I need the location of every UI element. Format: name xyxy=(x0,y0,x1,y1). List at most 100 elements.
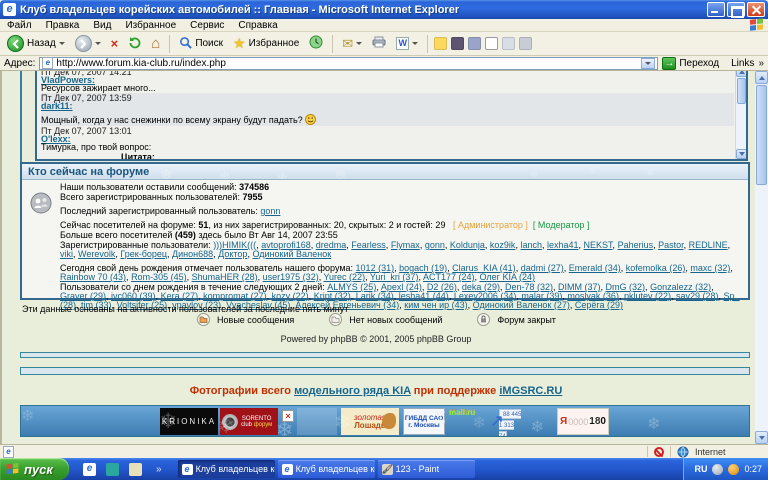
user-link[interactable]: Серёга (29) xyxy=(575,300,623,310)
user-link[interactable]: kofemolka (26) xyxy=(626,263,686,273)
clock[interactable]: 0:27 xyxy=(744,464,762,474)
messenger-quicklaunch-icon[interactable] xyxy=(106,463,119,476)
user-link[interactable]: Доктор xyxy=(218,249,247,259)
user-link[interactable]: ShumaHER (28) xyxy=(192,272,258,282)
icq-tray-icon[interactable] xyxy=(728,464,739,475)
forward-button[interactable] xyxy=(72,34,104,53)
print-button[interactable] xyxy=(369,35,389,52)
sorento-club-banner[interactable]: SORENTO club форум xyxy=(220,408,278,435)
media-icon[interactable] xyxy=(468,37,481,50)
close-button[interactable] xyxy=(747,2,765,17)
user-link[interactable]: Одинокий Валенок (27) xyxy=(473,300,570,310)
start-button[interactable]: пуск xyxy=(0,458,69,480)
quicklaunch-chevron-icon[interactable]: » xyxy=(156,464,162,475)
menu-file[interactable]: Файл xyxy=(0,20,39,31)
mail-dropdown-icon[interactable] xyxy=(356,42,362,45)
menu-edit[interactable]: Правка xyxy=(39,20,87,31)
ie-quicklaunch-icon[interactable]: e xyxy=(83,463,96,476)
user-link[interactable]: Werevolk xyxy=(78,249,115,259)
task-button-forum-active[interactable]: e Клуб владельцев ко... xyxy=(178,460,275,478)
user-link[interactable]: pklutev (22) xyxy=(624,291,671,301)
user-link[interactable]: lanch xyxy=(520,240,542,250)
scroll-thumb[interactable] xyxy=(737,78,746,104)
user-link[interactable]: Rom-305 (45) xyxy=(131,272,187,282)
user-link[interactable]: Динон688 xyxy=(172,249,213,259)
user-link[interactable]: Fearless xyxy=(351,240,386,250)
task-button-paint[interactable]: 🖌 123 - Paint xyxy=(378,460,475,478)
user-link[interactable]: lexha41 xyxy=(547,240,579,250)
volume-tray-icon[interactable] xyxy=(712,464,723,475)
scroll-down-button[interactable] xyxy=(736,149,747,159)
links-label[interactable]: Links xyxy=(731,58,754,69)
address-dropdown-button[interactable] xyxy=(641,58,655,69)
user-link[interactable]: Flymax xyxy=(391,240,420,250)
language-indicator[interactable]: RU xyxy=(694,464,707,474)
imgsrc-link[interactable]: iMGSRC.RU xyxy=(499,385,562,397)
user-link[interactable]: Yuri_kri (37) xyxy=(370,272,419,282)
user-link[interactable]: Koldunja xyxy=(450,240,485,250)
scroll-thumb[interactable] xyxy=(756,85,767,185)
address-url[interactable]: http://www.forum.kia-club.ru/index.php xyxy=(56,58,226,69)
go-button[interactable]: → Переход xyxy=(662,57,719,70)
mail-button[interactable]: ✉ xyxy=(339,35,365,53)
menu-help[interactable]: Справка xyxy=(231,20,284,31)
maximize-button[interactable] xyxy=(727,2,745,17)
user-link[interactable]: Pastor xyxy=(658,240,684,250)
back-button[interactable]: Назад xyxy=(4,34,68,53)
user-link[interactable]: viki xyxy=(60,249,73,259)
search-button[interactable]: Поиск xyxy=(176,35,226,53)
privacy-blocked-icon[interactable] xyxy=(654,447,664,457)
golden-horse-banner[interactable]: золотая Лошадь xyxy=(341,408,399,435)
forward-dropdown-icon[interactable] xyxy=(95,42,101,45)
hit-counter-banner[interactable]: 88 445 1 313 74 ↗ xyxy=(499,409,521,437)
moderator-tag[interactable]: [ Модератор ] xyxy=(533,220,590,230)
user-link[interactable]: Paherius xyxy=(618,240,654,250)
back-dropdown-icon[interactable] xyxy=(59,42,65,45)
user-link[interactable]: user1975 (32) xyxy=(263,272,319,282)
user-link[interactable]: Грек-борец xyxy=(120,249,167,259)
admin-tag[interactable]: [ Администратор ] xyxy=(453,220,528,230)
yandex-counter-banner[interactable]: Я 0000 180 xyxy=(557,408,609,435)
user-link[interactable]: gonn xyxy=(425,240,445,250)
window-titlebar[interactable]: e Клуб владельцев корейских автомобилей … xyxy=(0,0,768,19)
person-icon[interactable] xyxy=(519,37,532,50)
favorites-button[interactable]: ★ Избранное xyxy=(230,36,302,51)
shout-user-link[interactable]: dark11: xyxy=(41,101,73,111)
user-link[interactable]: ким чен ир (43) xyxy=(404,300,467,310)
refresh-button[interactable] xyxy=(125,35,144,53)
address-input[interactable]: e http://www.forum.kia-club.ru/index.php xyxy=(39,57,658,70)
task-button-forum[interactable]: e Клуб владельцев ко... xyxy=(278,460,375,478)
minimize-button[interactable] xyxy=(707,2,725,17)
links-chevron-icon[interactable]: » xyxy=(758,58,764,69)
user-link[interactable]: koz9ik xyxy=(490,240,516,250)
user-link[interactable]: REDLINE xyxy=(689,240,728,250)
kia-model-range-link[interactable]: модельного ряда KIA xyxy=(294,385,411,397)
user-link[interactable]: Одинокий Валенок xyxy=(252,249,331,259)
show-desktop-icon[interactable] xyxy=(129,463,142,476)
user-link[interactable]: sav29 (28) xyxy=(676,291,719,301)
user-link[interactable]: Rainbow 70 (43) xyxy=(60,272,126,282)
notes-icon[interactable] xyxy=(434,37,447,50)
user-link[interactable]: Emerald (34) xyxy=(569,263,621,273)
tiles-icon[interactable] xyxy=(485,37,498,50)
user-link[interactable]: Олег KIA (24) xyxy=(480,272,535,282)
book-icon[interactable] xyxy=(451,37,464,50)
edit-button[interactable]: W xyxy=(393,36,421,51)
history-button[interactable] xyxy=(306,34,326,53)
menu-view[interactable]: Вид xyxy=(86,20,118,31)
last-user-link[interactable]: gonn xyxy=(260,206,280,216)
shoutbox-scrollbar[interactable] xyxy=(735,71,746,159)
user-link[interactable]: ACT177 (24) xyxy=(423,272,475,282)
user-link[interactable]: NEKST xyxy=(584,240,613,250)
menu-tools[interactable]: Сервис xyxy=(183,20,231,31)
messenger-icon[interactable] xyxy=(502,37,515,50)
edit-dropdown-icon[interactable] xyxy=(412,42,418,45)
menu-favorites[interactable]: Избранное xyxy=(118,20,183,31)
scroll-down-button[interactable] xyxy=(755,431,768,444)
krionika-banner[interactable]: KRIONIKA xyxy=(160,408,218,435)
user-link[interactable]: Yurec (22) xyxy=(324,272,366,282)
scroll-up-button[interactable] xyxy=(755,71,768,84)
user-link[interactable]: maxc (32) xyxy=(690,263,730,273)
page-scrollbar[interactable] xyxy=(755,71,768,444)
home-button[interactable]: ⌂ xyxy=(148,36,163,52)
